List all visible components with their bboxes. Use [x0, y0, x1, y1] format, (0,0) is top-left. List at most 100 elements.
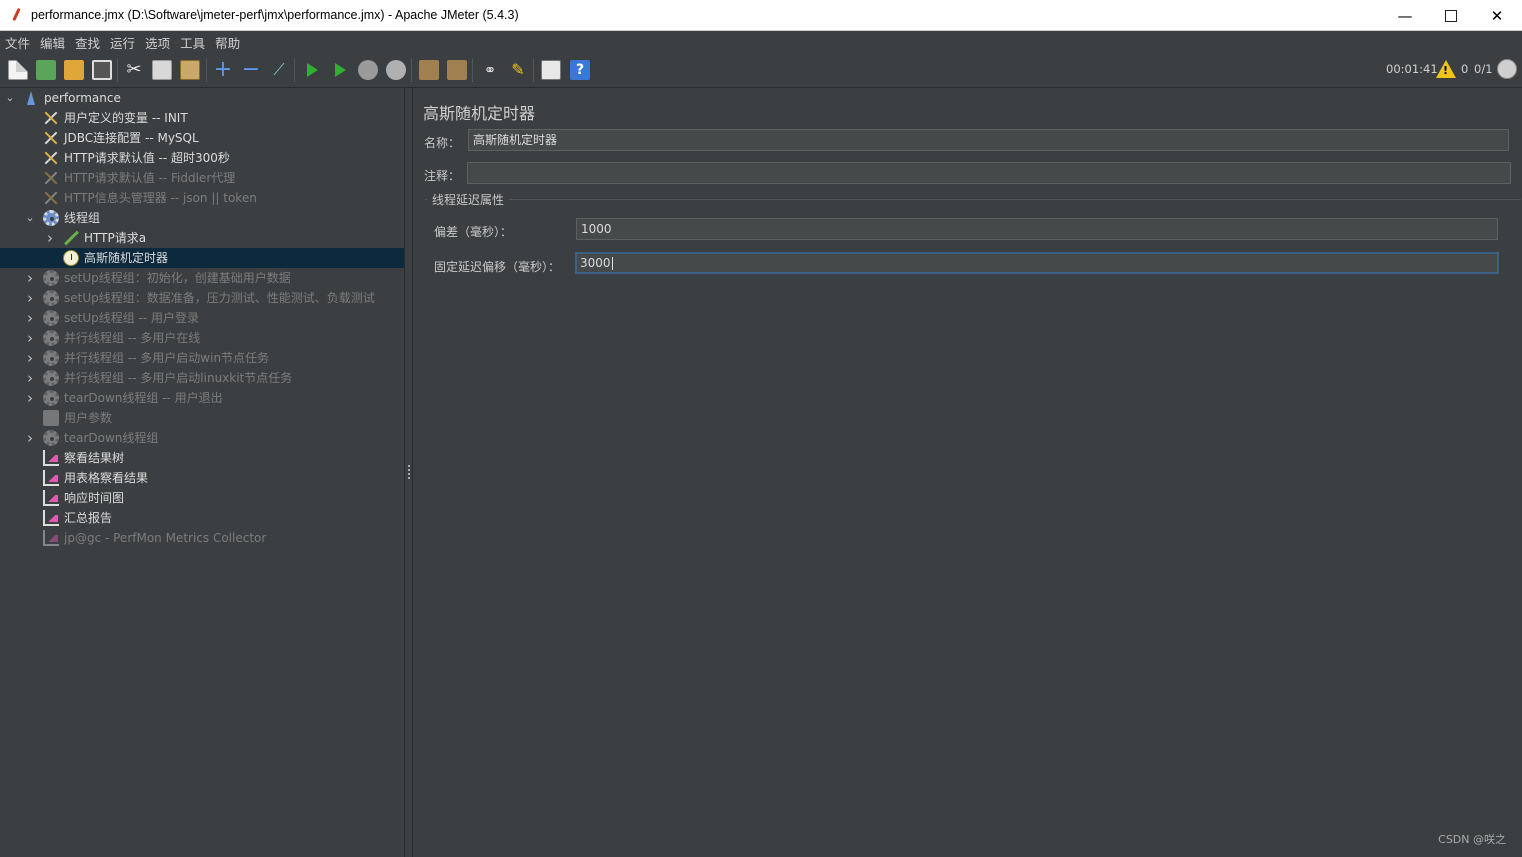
start-no-pause-icon[interactable]: [330, 60, 350, 80]
pen-icon: [63, 230, 79, 246]
tree-node[interactable]: HTTP请求默认值 -- 超时300秒: [0, 148, 404, 168]
tree-node-label: HTTP信息头管理器 -- json || token: [64, 191, 257, 205]
gear-icon: [43, 290, 59, 306]
menu-file[interactable]: 文件: [5, 33, 30, 52]
group-divider: [425, 199, 1521, 200]
tree-node-label: setUp线程组 -- 用户登录: [64, 311, 200, 325]
menu-edit[interactable]: 编辑: [40, 33, 65, 52]
offset-field[interactable]: 3000: [575, 252, 1499, 274]
chart-icon: [43, 470, 59, 486]
maximize-button[interactable]: [1428, 0, 1474, 31]
shutdown-icon[interactable]: [386, 60, 406, 80]
deviation-field[interactable]: 1000: [576, 218, 1498, 240]
clear-icon[interactable]: [419, 60, 439, 80]
tree-node[interactable]: › setUp线程组：初始化，创建基础用户数据: [0, 268, 404, 288]
window-title: performance.jmx (D:\Software\jmeter-perf…: [31, 8, 519, 22]
tree-node-label: jp@gc - PerfMon Metrics Collector: [64, 531, 267, 545]
expand-arrow-icon[interactable]: ›: [24, 348, 36, 368]
clear-all-icon[interactable]: [447, 60, 467, 80]
toolbar-separator: [117, 58, 118, 82]
toggle-icon[interactable]: ⟋: [269, 60, 289, 80]
expand-arrow-icon[interactable]: ›: [24, 288, 36, 308]
tree-node[interactable]: 察看结果树: [0, 448, 404, 468]
expand-arrow-icon[interactable]: ›: [24, 368, 36, 388]
tree-node[interactable]: 用户定义的变量 -- INIT: [0, 108, 404, 128]
config-icon: [43, 170, 59, 186]
menu-options[interactable]: 选项: [145, 33, 170, 52]
collapse-arrow-icon[interactable]: ⌄: [24, 208, 36, 228]
timer-icon: [63, 250, 79, 266]
menu-search[interactable]: 查找: [75, 33, 100, 52]
tree-node[interactable]: 用表格察看结果: [0, 468, 404, 488]
group-title: 线程延迟属性: [427, 191, 510, 208]
tree-node[interactable]: › setUp线程组 -- 用户登录: [0, 308, 404, 328]
stop-icon[interactable]: [358, 60, 378, 80]
tree-node[interactable]: 汇总报告: [0, 508, 404, 528]
tree-node[interactable]: ⌄ 线程组: [0, 208, 404, 228]
tree-node[interactable]: › HTTP请求a: [0, 228, 404, 248]
tree-node[interactable]: 高斯随机定时器: [0, 248, 404, 268]
menu-run[interactable]: 运行: [110, 33, 135, 52]
remote-engines-icon[interactable]: [1497, 59, 1517, 79]
tree-node[interactable]: HTTP信息头管理器 -- json || token: [0, 188, 404, 208]
tree-node[interactable]: HTTP请求默认值 -- Fiddler代理: [0, 168, 404, 188]
editor-heading: 高斯随机定时器: [423, 104, 536, 123]
function-helper-icon[interactable]: [541, 60, 561, 80]
paste-icon[interactable]: [180, 60, 200, 80]
gear-icon: [43, 210, 59, 226]
toolbar-separator: [533, 58, 534, 82]
jmeter-feather-icon: [9, 7, 23, 23]
expand-all-icon[interactable]: +: [213, 59, 233, 81]
expand-arrow-icon[interactable]: ›: [24, 308, 36, 328]
expand-arrow-icon[interactable]: ›: [24, 268, 36, 288]
tree-node-label: 响应时间图: [64, 491, 125, 505]
menu-help[interactable]: 帮助: [215, 33, 240, 52]
tree-node-label: HTTP请求a: [84, 231, 147, 245]
name-field[interactable]: 高斯随机定时器: [468, 129, 1509, 151]
splitter-grip-icon[interactable]: [408, 465, 410, 479]
tree-node[interactable]: 响应时间图: [0, 488, 404, 508]
minimize-button[interactable]: —: [1382, 0, 1428, 31]
tree-node[interactable]: jp@gc - PerfMon Metrics Collector: [0, 528, 404, 548]
tree-node[interactable]: 用户参数: [0, 408, 404, 428]
tree-node[interactable]: › tearDown线程组 -- 用户退出: [0, 388, 404, 408]
menu-tools[interactable]: 工具: [180, 33, 205, 52]
templates-icon[interactable]: [36, 60, 56, 80]
watermark: CSDN @咲之: [1438, 833, 1506, 846]
start-icon[interactable]: [302, 60, 322, 80]
tree-node[interactable]: › setUp线程组：数据准备，压力测试、性能测试、负载测试: [0, 288, 404, 308]
copy-icon[interactable]: [152, 60, 172, 80]
test-plan-tree[interactable]: ⌄ performance 用户定义的变量 -- INIT JDBC连接配置 -- M…: [0, 88, 404, 857]
config-icon: [43, 110, 59, 126]
tree-node[interactable]: › 并行线程组 -- 多用户启动win节点任务: [0, 348, 404, 368]
close-button[interactable]: ✕: [1474, 0, 1520, 31]
tree-node-label: tearDown线程组 -- 用户退出: [64, 391, 223, 405]
expand-arrow-icon[interactable]: ›: [24, 428, 36, 448]
elapsed-time: 00:01:41: [1386, 62, 1438, 76]
tree-node[interactable]: JDBC连接配置 -- MySQL: [0, 128, 404, 148]
new-icon[interactable]: [8, 60, 28, 80]
expand-arrow-icon[interactable]: ›: [44, 228, 56, 248]
gear-icon: [43, 310, 59, 326]
search-icon[interactable]: ⚭: [480, 60, 500, 80]
reset-search-icon[interactable]: ✎: [508, 60, 528, 80]
expand-arrow-icon[interactable]: ›: [24, 328, 36, 348]
tree-node-label: HTTP请求默认值 -- 超时300秒: [64, 151, 230, 165]
open-icon[interactable]: [64, 60, 84, 80]
panel-splitter[interactable]: [404, 88, 413, 857]
collapse-arrow-icon[interactable]: ⌄: [4, 88, 16, 108]
gear-icon: [43, 370, 59, 386]
config-icon: [43, 190, 59, 206]
expand-arrow-icon[interactable]: ›: [24, 388, 36, 408]
help-icon[interactable]: ?: [570, 60, 590, 80]
tree-node[interactable]: ⌄ performance: [0, 88, 404, 108]
tree-node[interactable]: › 并行线程组 -- 多用户在线: [0, 328, 404, 348]
chart-icon: [43, 530, 59, 546]
collapse-all-icon[interactable]: −: [241, 59, 261, 81]
cut-icon[interactable]: ✂: [124, 60, 144, 80]
tree-node[interactable]: › tearDown线程组: [0, 428, 404, 448]
tree-node[interactable]: › 并行线程组 -- 多用户启动linuxkit节点任务: [0, 368, 404, 388]
tree-node-label: JDBC连接配置 -- MySQL: [64, 131, 199, 145]
comment-field[interactable]: [467, 162, 1511, 184]
save-icon[interactable]: [92, 60, 112, 80]
